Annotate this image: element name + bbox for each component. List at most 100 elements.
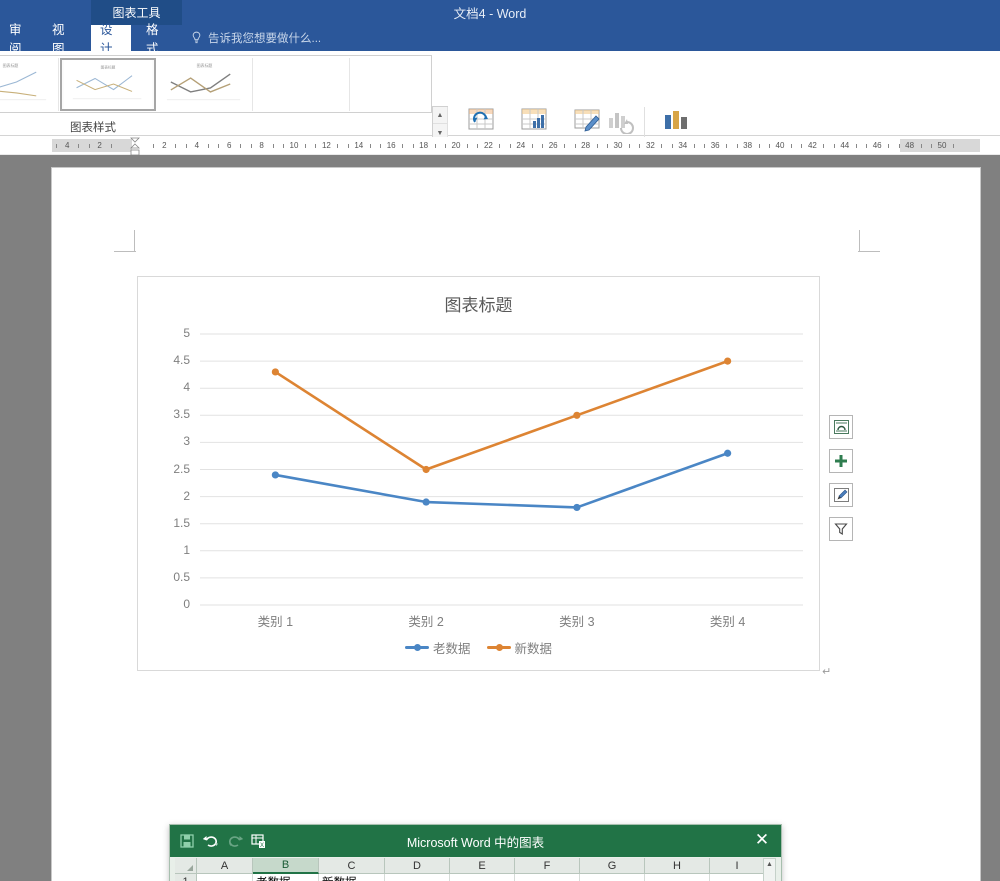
- lightbulb-icon: [190, 31, 203, 45]
- legend-marker-series-1: [405, 646, 429, 649]
- table-cell-F1[interactable]: [515, 874, 580, 881]
- tell-me-search[interactable]: 告诉我您想要做什么...: [190, 25, 321, 51]
- tab-view[interactable]: 视图: [43, 25, 85, 51]
- excel-grid[interactable]: ABCDEFGHI 1234567 老数据新数据类别 12.44.3类别 21.…: [175, 858, 765, 881]
- x-axis-tick-label: 类别 3: [522, 611, 632, 630]
- ruler-tick: 44: [835, 139, 855, 152]
- ruler-tick: 38: [738, 139, 758, 152]
- table-cell-E1[interactable]: [450, 874, 515, 881]
- close-icon[interactable]: ✕: [751, 829, 773, 851]
- chart-data-point[interactable]: [573, 504, 580, 511]
- excel-data-sheet-window[interactable]: X Microsoft Word 中的图表 ✕ ABCDEFGHI 123456…: [169, 824, 782, 881]
- chart-filters-icon[interactable]: [829, 517, 853, 541]
- legend-item-series-2[interactable]: 新数据: [487, 638, 553, 657]
- table-cell-H1[interactable]: [645, 874, 710, 881]
- column-header-f[interactable]: F: [515, 858, 580, 874]
- table-cell-I1[interactable]: [710, 874, 765, 881]
- ruler-minor-tick: [834, 144, 835, 148]
- object-anchor-mark: ↵: [822, 665, 831, 678]
- chart-style-thumb-2-selected[interactable]: 图表标题: [60, 58, 156, 111]
- chart-styles-icon[interactable]: [829, 483, 853, 507]
- chart-object[interactable]: 图表标题 00.511.522.533.544.55 类别 1类别 2类别 3类…: [137, 276, 820, 671]
- chart-style-thumb-1[interactable]: 图表标题: [0, 58, 59, 111]
- column-header-h[interactable]: H: [645, 858, 710, 874]
- ruler-minor-tick: [888, 144, 889, 148]
- ruler-minor-tick: [694, 144, 695, 148]
- row-header-1[interactable]: 1: [175, 874, 197, 881]
- column-header-d[interactable]: D: [385, 858, 450, 874]
- horizontal-ruler[interactable]: 4224681012141618202224262830323436384042…: [0, 137, 1000, 155]
- chart-data-point[interactable]: [724, 358, 731, 365]
- table-cell-D1[interactable]: [385, 874, 450, 881]
- chart-data-point[interactable]: [573, 412, 580, 419]
- column-header-g[interactable]: G: [580, 858, 645, 874]
- ruler-tick: 6: [219, 139, 239, 152]
- ruler-minor-tick: [510, 144, 511, 148]
- chart-data-point[interactable]: [423, 466, 430, 473]
- layout-options-icon[interactable]: [829, 415, 853, 439]
- ruler-minor-tick: [532, 144, 533, 148]
- ruler-minor-tick: [704, 144, 705, 148]
- ribbon-tab-strip: 审阅 视图 设计 格式 告诉我您想要做什么...: [0, 25, 1000, 51]
- excel-vertical-scrollbar[interactable]: ▲ ▼: [763, 858, 776, 881]
- column-header-b[interactable]: B: [253, 858, 319, 874]
- tell-me-placeholder: 告诉我您想要做什么...: [208, 30, 321, 46]
- ruler-tick: 42: [802, 139, 822, 152]
- x-axis-tick-label: 类别 4: [673, 611, 783, 630]
- ruler-minor-tick: [153, 144, 154, 148]
- tab-review[interactable]: 审阅: [0, 25, 40, 51]
- ruler-minor-tick: [499, 144, 500, 148]
- ruler-minor-tick: [737, 144, 738, 148]
- x-axis-tick-label: 类别 2: [371, 611, 481, 630]
- y-axis-tick-label: 5: [156, 326, 190, 340]
- ruler-minor-tick: [273, 144, 274, 148]
- chart-data-point[interactable]: [423, 498, 430, 505]
- ruler-tick: 22: [478, 139, 498, 152]
- margin-mark-top-left: [114, 230, 136, 252]
- ruler-minor-tick: [380, 144, 381, 148]
- tab-design[interactable]: 设计: [91, 25, 131, 51]
- table-cell-A1[interactable]: [197, 874, 253, 881]
- chart-data-point[interactable]: [272, 368, 279, 375]
- column-header-i[interactable]: I: [710, 858, 765, 874]
- ruler-tick: 10: [284, 139, 304, 152]
- ruler-minor-tick: [726, 144, 727, 148]
- scroll-up-icon[interactable]: ▲: [764, 859, 775, 870]
- table-cell-G1[interactable]: [580, 874, 645, 881]
- ruler-minor-tick: [218, 144, 219, 148]
- select-all-corner[interactable]: [175, 858, 197, 874]
- chart-data-point[interactable]: [272, 471, 279, 478]
- ruler-tick: 24: [511, 139, 531, 152]
- column-header-c[interactable]: C: [319, 858, 385, 874]
- ruler-minor-tick: [629, 144, 630, 148]
- chart-styles-gallery[interactable]: 图表标题 图表标题 图表标题: [0, 55, 432, 113]
- ruler-minor-tick: [370, 144, 371, 148]
- ruler-minor-tick: [759, 144, 760, 148]
- y-axis-tick-label: 0.5: [156, 570, 190, 584]
- legend-item-series-1[interactable]: 老数据: [405, 638, 471, 657]
- chart-data-point[interactable]: [724, 450, 731, 457]
- chart-series-line-1[interactable]: [275, 453, 727, 507]
- ribbon: 图表标题 图表标题 图表标题: [0, 51, 1000, 136]
- ruler-minor-tick: [208, 144, 209, 148]
- chart-style-thumb-3[interactable]: 图表标题: [157, 58, 253, 111]
- chart-legend[interactable]: 老数据 新数据: [138, 638, 819, 657]
- tab-format[interactable]: 格式: [137, 25, 177, 51]
- ruler-minor-tick: [921, 144, 922, 148]
- table-cell-B1[interactable]: 老数据: [253, 874, 319, 881]
- table-cell-C1[interactable]: 新数据: [319, 874, 385, 881]
- ruler-minor-tick: [477, 144, 478, 148]
- chart-style-thumb-4[interactable]: [254, 58, 350, 111]
- svg-text:图表标题: 图表标题: [197, 63, 213, 68]
- ruler-minor-tick: [575, 144, 576, 148]
- ruler-minor-tick: [445, 144, 446, 148]
- ruler-minor-tick: [791, 144, 792, 148]
- column-header-a[interactable]: A: [197, 858, 253, 874]
- ruler-minor-tick: [823, 144, 824, 148]
- x-axis-tick-label: 类别 1: [220, 611, 330, 630]
- gallery-scroll-up-icon[interactable]: ▲: [433, 107, 447, 124]
- ruler-minor-tick: [413, 144, 414, 148]
- ruler-minor-tick: [639, 144, 640, 148]
- column-header-e[interactable]: E: [450, 858, 515, 874]
- chart-elements-icon[interactable]: [829, 449, 853, 473]
